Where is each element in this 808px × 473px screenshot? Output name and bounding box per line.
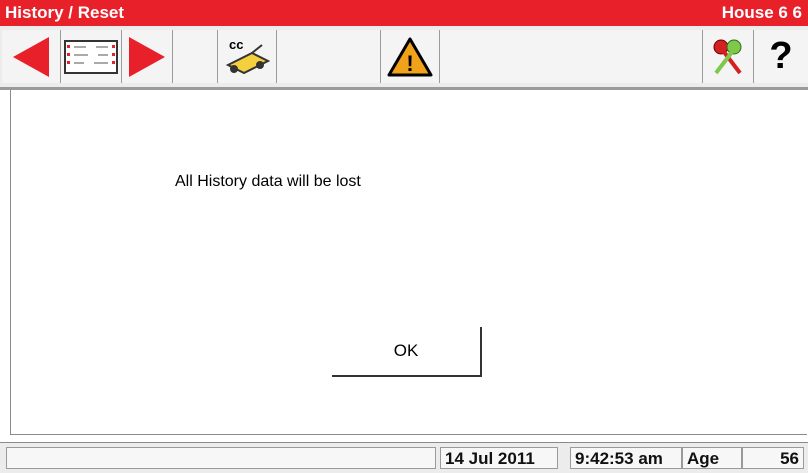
cc-label: cc — [229, 37, 243, 52]
next-button[interactable] — [122, 30, 173, 83]
status-age-label: Age — [682, 447, 742, 469]
warning-label: ! — [406, 51, 413, 76]
ticket-icon — [64, 39, 118, 74]
status-age-value: 56 — [742, 447, 804, 469]
toolbar-spacer — [277, 30, 381, 83]
previous-arrow-icon — [13, 36, 49, 77]
toolbar-spacer — [173, 30, 218, 83]
cc-tractor-icon: cc — [225, 37, 271, 74]
keys-button[interactable] — [703, 30, 754, 83]
title-bar: History / Reset House 6 6 — [0, 0, 808, 26]
help-button[interactable]: ? — [754, 30, 808, 83]
cc-button[interactable]: cc — [218, 30, 277, 83]
toolbar-spacer — [440, 30, 703, 83]
next-arrow-icon — [129, 36, 165, 77]
alarm-button[interactable]: ! — [381, 30, 440, 83]
warning-icon: ! — [387, 37, 433, 76]
toolbar: cc ! ? — [0, 26, 808, 90]
ok-button[interactable]: OK — [332, 327, 482, 377]
status-bar: 14 Jul 2011 9:42:53 am Age 56 — [0, 442, 808, 473]
keys-icon — [713, 39, 742, 74]
status-date: 14 Jul 2011 — [440, 447, 558, 469]
house-label: House 6 6 — [721, 3, 802, 22]
ticket-button[interactable] — [61, 30, 122, 83]
status-time: 9:42:53 am — [570, 447, 682, 469]
previous-button[interactable] — [2, 30, 61, 83]
warning-message: All History data will be lost — [175, 173, 361, 190]
status-empty-segment — [6, 447, 436, 469]
help-icon: ? — [769, 35, 793, 77]
page-title: History / Reset — [5, 3, 125, 22]
content-area: All History data will be lost OK — [10, 90, 807, 435]
